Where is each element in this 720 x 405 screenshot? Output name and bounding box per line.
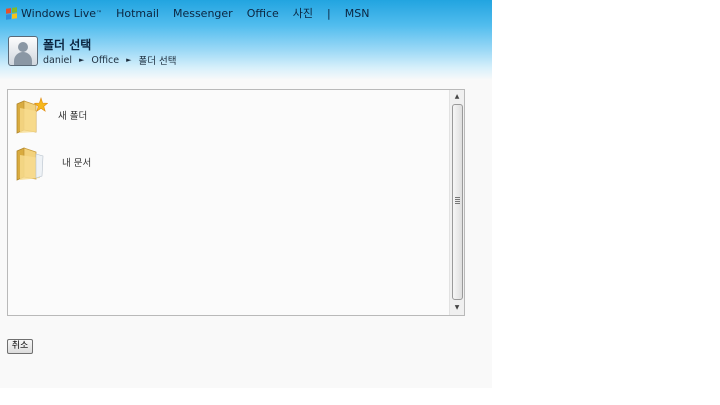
nav-messenger[interactable]: Messenger xyxy=(173,7,233,20)
folder-label: 새 폴더 xyxy=(58,111,88,122)
nav-photos[interactable]: 사진 xyxy=(293,5,313,21)
brand-trademark: ™ xyxy=(96,9,103,17)
nav-separator: | xyxy=(327,6,331,20)
folder-item-my-documents[interactable]: 내 문서 xyxy=(14,142,91,182)
user-silhouette-icon xyxy=(8,36,38,66)
breadcrumb-arrow-icon: ► xyxy=(126,56,132,64)
brand-name: Windows Live xyxy=(21,6,97,20)
cancel-button[interactable]: 취소 xyxy=(7,339,33,354)
nav-office[interactable]: Office xyxy=(247,7,279,20)
vertical-scrollbar[interactable]: ▲ ▼ xyxy=(449,90,464,315)
breadcrumb: daniel ► Office ► 폴더 선택 xyxy=(43,53,177,68)
folder-list: 새 폴더 내 문서 ▲ ▼ xyxy=(7,89,465,316)
grip-icon xyxy=(455,197,460,205)
scroll-thumb[interactable] xyxy=(452,104,463,300)
top-navigation: Windows Live ™ Hotmail Messenger Office 사… xyxy=(0,0,492,26)
folder-label: 내 문서 xyxy=(62,158,92,169)
windows-flag-icon xyxy=(6,6,17,20)
breadcrumb-office[interactable]: Office xyxy=(91,55,119,66)
page-title: 폴더 선택 xyxy=(43,38,92,52)
breadcrumb-arrow-icon: ► xyxy=(79,56,85,64)
breadcrumb-current: 폴더 선택 xyxy=(138,56,177,67)
nav-msn[interactable]: MSN xyxy=(345,7,370,20)
breadcrumb-user[interactable]: daniel xyxy=(43,55,72,66)
windows-live-logo[interactable]: Windows Live ™ xyxy=(6,7,102,20)
scroll-down-arrow-icon[interactable]: ▼ xyxy=(450,302,464,314)
folder-picker-page: Windows Live ™ Hotmail Messenger Office 사… xyxy=(0,0,492,388)
folder-icon xyxy=(16,147,44,181)
header-banner: Windows Live ™ Hotmail Messenger Office 사… xyxy=(0,0,492,80)
folder-item-new-folder[interactable]: 새 폴더 xyxy=(14,95,87,135)
scroll-up-arrow-icon[interactable]: ▲ xyxy=(450,91,464,103)
nav-hotmail[interactable]: Hotmail xyxy=(116,7,159,20)
new-folder-icon xyxy=(16,97,48,134)
